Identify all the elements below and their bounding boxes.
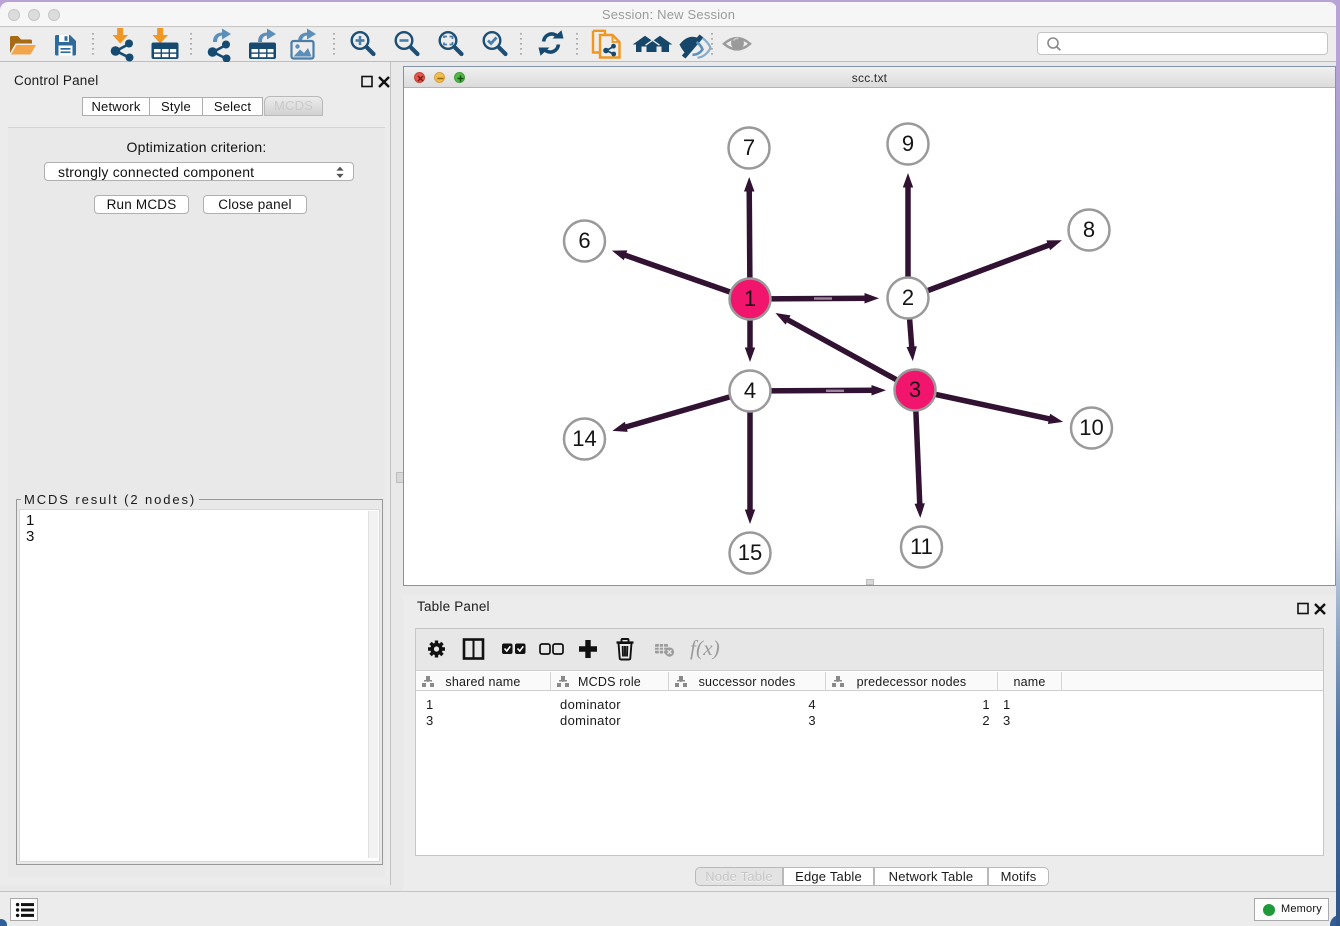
- svg-text:f(x): f(x): [690, 636, 720, 660]
